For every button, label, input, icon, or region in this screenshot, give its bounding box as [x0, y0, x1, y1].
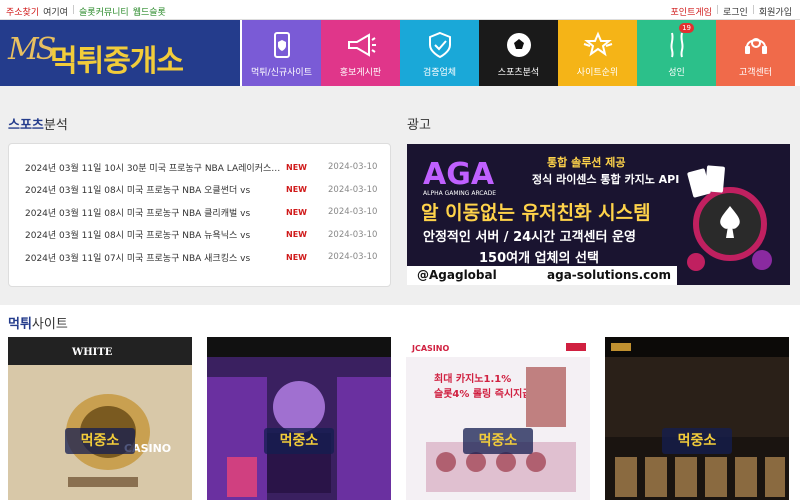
site-card-3[interactable]: JCASINO 최대 카지노1.1% 슬롯4% 롤링 즉시지급! 먹중소: [406, 337, 590, 500]
svg-text:AGA: AGA: [423, 157, 495, 192]
svg-text:ALPHA GAMING ARCADE: ALPHA GAMING ARCADE: [423, 190, 496, 197]
here-link[interactable]: 여기여: [43, 5, 68, 18]
site-card-3-stamp: 먹중소: [463, 428, 533, 454]
phone-shield-icon: [265, 28, 299, 62]
new-badge: NEW: [286, 185, 307, 195]
site-card-4-stamp: 먹중소: [662, 428, 732, 454]
signup-link[interactable]: 회원가입: [759, 5, 792, 18]
sports-row-title[interactable]: 2024년 03월 11일 08시 미국 프로농구 NBA 클리캐벌 vs: [25, 206, 283, 219]
logo-brand: 먹튀중개소: [50, 44, 184, 79]
new-badge: NEW: [286, 230, 307, 240]
svg-text:슬롯4% 롤링 즉시지급!: 슬롯4% 롤링 즉시지급!: [434, 387, 536, 400]
nav-item-6[interactable]: 고객센터: [716, 20, 795, 86]
main-nav: 먹튀/신규사이트 홍보게시판 검증업체 스포츠분석 사이트순위 19 성인 고객센터: [242, 20, 795, 86]
ad-contact-1: @Agaglobal: [417, 268, 497, 282]
site-card-4[interactable]: 먹중소: [605, 337, 789, 500]
site-card-3-image: JCASINO 최대 카지노1.1% 슬롯4% 롤링 즉시지급!: [406, 337, 590, 500]
ad-panel: 광고 AGA ALPHA GAMING ARCADE 통합 솔루션 제공 정식 …: [407, 114, 790, 285]
sports-row[interactable]: 2024년 03월 11일 08시 미국 프로농구 NBA 뉴욕닉스 vs NEW…: [25, 224, 382, 247]
nav-label: 스포츠분석: [497, 68, 540, 78]
headset-icon: [739, 28, 773, 62]
sites-section-title: 먹튀사이트: [8, 317, 68, 332]
site-card-1-stamp: 먹중소: [65, 428, 135, 454]
nav-label: 사이트순위: [576, 68, 619, 78]
ad-line-1: 통합 솔루션 제공: [547, 156, 626, 169]
shield-icon: [423, 28, 457, 62]
sports-row-date: 2024-03-10: [328, 229, 378, 240]
sports-row-title[interactable]: 2024년 03월 11일 08시 미국 프로농구 NBA 오클썬더 vs: [25, 183, 283, 196]
soccer-ball-icon: [502, 28, 536, 62]
site-card-1-image: WHITE CASINO: [8, 337, 192, 500]
main-content: 스포츠분석 2024년 03월 11일 10시 30분 미국 프로농구 NBA …: [0, 100, 800, 305]
body-icon: [660, 28, 694, 62]
aga-logo-icon: AGA ALPHA GAMING ARCADE: [423, 157, 496, 197]
sports-row-title[interactable]: 2024년 03월 11일 08시 미국 프로농구 NBA 뉴욕닉스 vs: [25, 228, 283, 241]
new-badge: NEW: [286, 252, 307, 262]
nav-label: 고객센터: [738, 68, 773, 78]
sports-row[interactable]: 2024년 03월 11일 08시 미국 프로농구 NBA 클리캐벌 vs NEW…: [25, 201, 382, 224]
svg-text:WHITE: WHITE: [71, 347, 113, 358]
casino-chips-icon: [687, 165, 772, 271]
ad-line-5: 150여개 업체의 선택: [479, 251, 599, 266]
new-badge: NEW: [286, 162, 307, 172]
site-logo[interactable]: MS 먹튀중개소: [0, 20, 240, 86]
nav-item-3[interactable]: 스포츠분석: [479, 20, 558, 86]
sports-row[interactable]: 2024년 03월 11일 10시 30분 미국 프로농구 NBA LA레이커스…: [25, 156, 382, 179]
ad-contact-2: aga-solutions.com: [547, 268, 672, 282]
megaphone-icon: [344, 28, 378, 62]
star-badge-icon: [581, 28, 615, 62]
sports-analysis-panel: 스포츠분석 2024년 03월 11일 10시 30분 미국 프로농구 NBA …: [8, 114, 391, 287]
nav-item-5[interactable]: 19 성인: [637, 20, 716, 86]
scam-sites-section: 먹튀사이트 WHITE CASINO 먹중소 먹중소 JCASINO 최대 카지…: [0, 305, 800, 500]
sports-section-title: 스포츠분석: [8, 118, 68, 133]
nav-badge: 19: [679, 23, 694, 33]
ad-line-4: 안정적인 서버 / 24시간 고객센터 운영: [423, 230, 636, 245]
nav-item-0[interactable]: 먹튀/신규사이트: [242, 20, 321, 86]
sports-row-title[interactable]: 2024년 03월 11일 07시 미국 프로농구 NBA 새크킹스 vs: [25, 251, 283, 264]
point-game-link[interactable]: 포인트게임: [671, 5, 712, 18]
top-bar: 주소찾기 여기여 | 슬롯커뮤니티 웹드슬롯 포인트게임 | 로그인 | 회원가…: [0, 0, 800, 20]
sports-row-date: 2024-03-10: [328, 184, 378, 195]
svg-text:최대 카지노1.1%: 최대 카지노1.1%: [434, 372, 511, 385]
web-slot-link[interactable]: 웹드슬롯: [133, 5, 166, 18]
site-card-2-stamp: 먹중소: [264, 428, 334, 454]
account-links: 포인트게임 | 로그인 | 회원가입: [670, 5, 792, 18]
nav-label: 검증업체: [422, 68, 457, 78]
top-links: 주소찾기 여기여 | 슬롯커뮤니티 웹드슬롯: [6, 5, 166, 18]
nav-item-1[interactable]: 홍보게시판: [321, 20, 400, 86]
ad-section-title: 광고: [407, 118, 431, 133]
login-link[interactable]: 로그인: [723, 5, 748, 18]
sports-row-date: 2024-03-10: [328, 252, 378, 263]
sports-row[interactable]: 2024년 03월 11일 08시 미국 프로농구 NBA 오클썬더 vs NEW…: [25, 179, 382, 202]
nav-label: 먹튀/신규사이트: [251, 68, 312, 78]
header: MS 먹튀중개소 먹튀/신규사이트 홍보게시판 검증업체 스포츠분석 사이트순위 19 성인…: [0, 20, 800, 86]
nav-label: 성인: [668, 68, 685, 78]
sports-row-title[interactable]: 2024년 03월 11일 10시 30분 미국 프로농구 NBA LA레이커스…: [25, 161, 283, 174]
new-badge: NEW: [286, 207, 307, 217]
site-card-4-image: [605, 337, 789, 500]
nav-item-2[interactable]: 검증업체: [400, 20, 479, 86]
site-card-2[interactable]: 먹중소: [207, 337, 391, 500]
sports-row-date: 2024-03-10: [328, 162, 378, 173]
sports-list: 2024년 03월 11일 10시 30분 미국 프로농구 NBA LA레이커스…: [8, 143, 391, 287]
svg-text:JCASINO: JCASINO: [411, 344, 449, 353]
site-card-2-image: [207, 337, 391, 500]
slot-community-link[interactable]: 슬롯커뮤니티: [79, 5, 129, 18]
site-card-1[interactable]: WHITE CASINO 먹중소: [8, 337, 192, 500]
ad-banner[interactable]: AGA ALPHA GAMING ARCADE 통합 솔루션 제공 정식 라이센…: [407, 144, 790, 285]
ad-line-2: 정식 라이센스 통합 카지노 API: [532, 173, 680, 186]
ad-line-3: 알 이동없는 유저친화 시스템: [421, 202, 651, 224]
nav-label: 홍보게시판: [339, 68, 382, 78]
address-link[interactable]: 주소찾기: [6, 5, 39, 18]
ad-contact-bar: @Agaglobal aga-solutions.com: [407, 266, 677, 285]
sports-row[interactable]: 2024년 03월 11일 07시 미국 프로농구 NBA 새크킹스 vs NEW…: [25, 246, 382, 269]
sports-row-date: 2024-03-10: [328, 207, 378, 218]
logo-mark: MS: [8, 32, 56, 67]
nav-item-4[interactable]: 사이트순위: [558, 20, 637, 86]
